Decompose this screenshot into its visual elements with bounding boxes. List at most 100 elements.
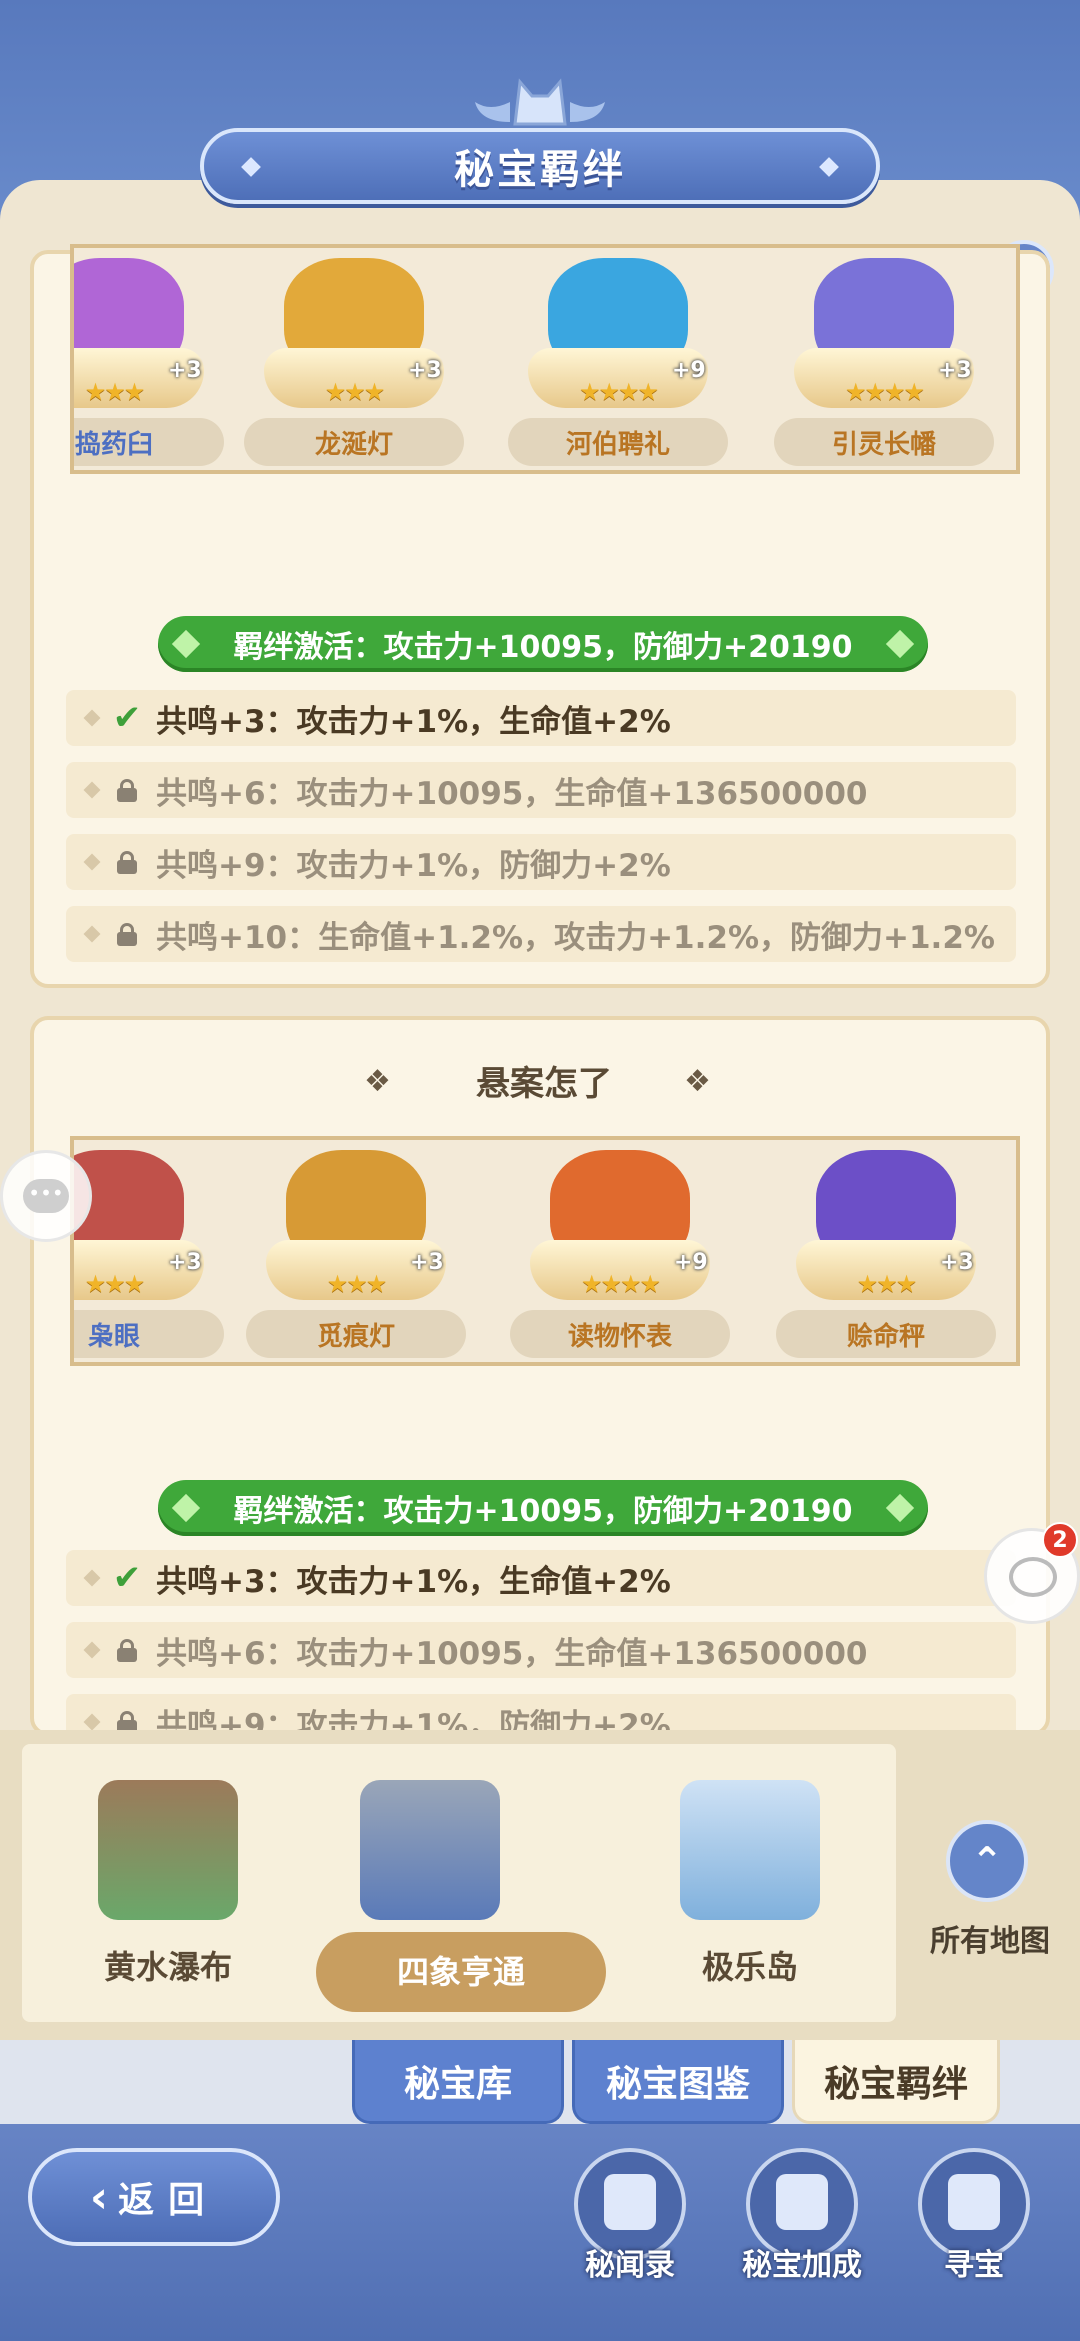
map-name: 极乐岛	[701, 1948, 798, 1986]
treasure-hunt-button[interactable]: 寻宝	[912, 2148, 1036, 2298]
back-arrow-icon: ‹	[89, 2171, 109, 2223]
banner-diamond-right	[819, 157, 839, 177]
waterfall-icon	[98, 1780, 238, 1920]
resonance-text: 共鸣+6：攻击力+10095，生命值+136500000	[156, 1635, 868, 1672]
treasure-name: 龙涎灯	[244, 418, 464, 466]
ornament-icon: ❖	[364, 1064, 391, 1099]
treasure-name: 捣药臼	[74, 418, 224, 466]
resonance-row: 共鸣+6：攻击力+10095，生命值+136500000	[66, 1622, 1016, 1678]
treasure-item[interactable]: ★★★ +3 觅痕灯	[246, 1140, 466, 1362]
sparkle-icon	[885, 629, 915, 659]
enhance-level: +3	[408, 358, 442, 383]
enhance-level: +3	[168, 1250, 202, 1275]
item-showcase[interactable]: ★★★ +3 捣药臼 ★★★ +3 龙涎灯 ★★★★ +9 河伯聘礼 ★★★★ …	[70, 244, 1020, 474]
enhance-level: +3	[168, 358, 202, 383]
bullet-diamond	[83, 781, 101, 799]
notification-badge: 2	[1042, 1522, 1078, 1558]
chevron-up-icon: ⌃	[946, 1820, 1028, 1902]
gate-icon	[360, 1780, 500, 1920]
set-title: ❖ 悬案怎了 ❖	[34, 1056, 1046, 1105]
title-banner: 秘宝羁绊	[200, 128, 880, 204]
star-rating: ★★★	[84, 378, 146, 406]
enhance-level: +3	[410, 1250, 444, 1275]
bond-activation-bar: 羁绊激活：攻击力+10095，防御力+20190	[158, 616, 928, 672]
bond-activation-text: 羁绊激活：攻击力+10095，防御力+20190	[233, 1494, 853, 1529]
treasure-item[interactable]: ★★★★ +3 引灵长幡	[774, 248, 994, 470]
map-name: 黄水瀑布	[103, 1948, 232, 1986]
all-maps-button[interactable]: ⌃ 所有地图	[920, 1820, 1060, 2000]
set-title-text: 悬案怎了	[476, 1064, 612, 1104]
star-rating: ★★★	[856, 1270, 918, 1298]
tab-treasure-codex[interactable]: 秘宝图鉴	[572, 2040, 784, 2124]
sparkle-icon	[171, 629, 201, 659]
enhance-level: +9	[672, 358, 706, 383]
bullet-diamond	[83, 709, 101, 727]
lock-icon	[112, 1635, 142, 1665]
back-label: 返回	[118, 2180, 219, 2221]
treasure-item[interactable]: ★★★ +3 捣药臼	[74, 248, 224, 470]
check-icon: ✔	[112, 1558, 142, 1598]
bond-set-card: ❖ 悬案怎了 ❖ ★★★ +3 枭眼 ★★★ +3 觅痕灯 ★★★★ +9 读物…	[30, 1016, 1050, 1736]
treasure-item[interactable]: ★★★ +3 枭眼	[74, 1140, 224, 1362]
button-label: 寻宝	[944, 2248, 1004, 2283]
treasure-name: 引灵长幡	[774, 418, 994, 466]
bond-set-card: ★★★ +3 捣药臼 ★★★ +3 龙涎灯 ★★★★ +9 河伯聘礼 ★★★★ …	[30, 244, 1050, 988]
island-icon	[680, 1780, 820, 1920]
star-rating: ★★★	[324, 378, 386, 406]
pet-icon	[1009, 1557, 1057, 1597]
treasure-name: 河伯聘礼	[508, 418, 728, 466]
sparkle-icon	[885, 1493, 915, 1523]
enhance-level: +3	[940, 1250, 974, 1275]
map-name: 四象亨通	[316, 1932, 606, 2012]
treasure-item[interactable]: ★★★★ +9 读物怀表	[510, 1140, 730, 1362]
lock-icon	[112, 919, 142, 949]
lock-icon	[112, 775, 142, 805]
bond-activation-text: 羁绊激活：攻击力+10095，防御力+20190	[233, 630, 853, 665]
item-showcase[interactable]: ★★★ +3 枭眼 ★★★ +3 觅痕灯 ★★★★ +9 读物怀表 ★★★ +3…	[70, 1136, 1020, 1366]
tab-treasure-vault[interactable]: 秘宝库	[352, 2040, 564, 2124]
resonance-text: 共鸣+3：攻击力+1%，生命值+2%	[156, 703, 671, 740]
bullet-diamond	[83, 925, 101, 943]
chat-icon: •••	[23, 1179, 69, 1213]
bullet-diamond	[83, 853, 101, 871]
page-title: 秘宝羁绊	[454, 147, 626, 193]
resonance-row: 共鸣+6：攻击力+10095，生命值+136500000	[66, 762, 1016, 818]
treasure-name: 枭眼	[74, 1310, 224, 1358]
button-label: 秘闻录	[585, 2248, 675, 2283]
star-rating: ★★★	[326, 1270, 388, 1298]
treasure-name: 觅痕灯	[246, 1310, 466, 1358]
bullet-diamond	[83, 1569, 101, 1587]
enhance-level: +3	[938, 358, 972, 383]
sparkle-icon	[171, 1493, 201, 1523]
cat-crest-icon	[475, 78, 605, 126]
resonance-text: 共鸣+9：攻击力+1%，防御力+2%	[156, 847, 671, 884]
treasure-item[interactable]: ★★★ +3 赊命秤	[776, 1140, 996, 1362]
resonance-text: 共鸣+6：攻击力+10095，生命值+136500000	[156, 775, 868, 812]
chat-button[interactable]: •••	[0, 1150, 92, 1242]
resonance-row: ✔ 共鸣+3：攻击力+1%，生命值+2%	[66, 690, 1016, 746]
ornament-icon: ❖	[684, 1064, 711, 1099]
star-rating: ★★★★	[844, 378, 925, 406]
star-rating: ★★★	[84, 1270, 146, 1298]
treasure-name: 赊命秤	[776, 1310, 996, 1358]
treasure-bonus-button[interactable]: 秘宝加成	[740, 2148, 864, 2298]
resonance-text: 共鸣+10：生命值+1.2%，攻击力+1.2%，防御力+1.2%	[156, 919, 995, 956]
treasure-item[interactable]: ★★★★ +9 河伯聘礼	[508, 248, 728, 470]
bullet-diamond	[83, 1641, 101, 1659]
treasure-item[interactable]: ★★★ +3 龙涎灯	[244, 248, 464, 470]
resonance-row: 共鸣+9：攻击力+1%，防御力+2%	[66, 834, 1016, 890]
resonance-row: 共鸣+10：生命值+1.2%，攻击力+1.2%，防御力+1.2%	[66, 906, 1016, 962]
map-option-selected[interactable]: 四象亨通	[316, 1760, 606, 2012]
lock-icon	[112, 847, 142, 877]
map-option[interactable]: 极乐岛	[650, 1760, 850, 2010]
back-button[interactable]: ‹ 返回	[28, 2148, 280, 2246]
tab-treasure-bonds[interactable]: 秘宝羁绊	[792, 2040, 1000, 2124]
secret-records-button[interactable]: 秘闻录	[568, 2148, 692, 2298]
resonance-row: ✔ 共鸣+3：攻击力+1%，生命值+2%	[66, 1550, 1016, 1606]
resonance-text: 共鸣+3：攻击力+1%，生命值+2%	[156, 1563, 671, 1600]
button-label: 秘宝加成	[742, 2248, 862, 2283]
star-rating: ★★★★	[578, 378, 659, 406]
enhance-level: +9	[674, 1250, 708, 1275]
map-option[interactable]: 黄水瀑布	[68, 1760, 268, 2010]
treasure-name: 读物怀表	[510, 1310, 730, 1358]
